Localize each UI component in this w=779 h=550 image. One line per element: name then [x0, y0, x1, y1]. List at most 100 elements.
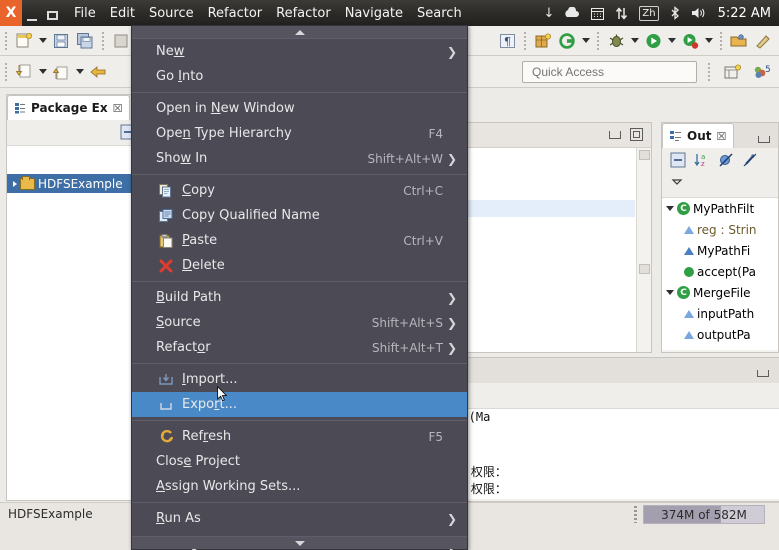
open-perspective-icon[interactable] — [723, 62, 743, 82]
quick-access-input[interactable] — [522, 60, 697, 83]
outline-item[interactable]: outputPa — [662, 324, 778, 345]
package-explorer-tree[interactable]: HDFSExample — [7, 146, 146, 500]
tab-package-explorer[interactable]: Package Ex ☒ — [7, 95, 131, 120]
menu-scroll-down-button[interactable] — [132, 536, 467, 549]
outline-item[interactable]: C MyPathFilt — [662, 198, 778, 219]
menu-item-export[interactable]: Export... — [132, 392, 467, 417]
chevron-down-icon — [294, 540, 305, 546]
save-icon[interactable] — [51, 31, 71, 51]
paragraph-marks-icon[interactable]: ¶ — [497, 31, 517, 51]
external-tools-icon[interactable] — [557, 31, 577, 51]
run-coverage-icon[interactable] — [680, 31, 700, 51]
submenu-arrow-icon: ❯ — [446, 340, 457, 355]
menu-item-source[interactable]: Source Shift+Alt+S ❯ — [132, 310, 467, 335]
downloads-arrow-icon[interactable]: ↓ — [543, 7, 554, 20]
tab-outline[interactable]: Out ☒ — [662, 123, 735, 148]
menu-scroll-up-button[interactable] — [132, 26, 467, 39]
menu-item-copy-qualified-name[interactable]: Copy Qualified Name — [132, 203, 467, 228]
outline-item[interactable]: MyPathFi — [662, 240, 778, 261]
ubuntu-top-panel: X File Edit Source Refactor Refactor Navigate S… — [0, 0, 779, 26]
menubar-item-refactor-2[interactable]: Refactor — [276, 6, 331, 21]
menu-item-import[interactable]: Import... — [132, 367, 467, 392]
project-context-menu[interactable]: New ❯ Go Into Open in New Window Open Type H… — [131, 25, 468, 550]
bluetooth-icon[interactable] — [670, 6, 680, 20]
ubuntu-one-icon[interactable] — [565, 6, 580, 20]
step-return-dropdown[interactable] — [73, 62, 86, 82]
external-tools-dropdown[interactable] — [579, 31, 592, 51]
run-dropdown[interactable] — [665, 31, 678, 51]
back-icon[interactable] — [88, 62, 108, 82]
menu-item-delete[interactable]: Delete — [132, 253, 467, 278]
menu-item-new[interactable]: New ❯ — [132, 39, 467, 64]
search-icon[interactable] — [753, 31, 773, 51]
editor-scrollbar[interactable] — [636, 148, 651, 352]
console-minimize-icon[interactable] — [757, 370, 779, 383]
clock[interactable]: 5:22 AM — [718, 6, 771, 21]
calendar-icon[interactable] — [591, 7, 605, 20]
toolbar-separator — [720, 31, 722, 50]
twisty-expanded-icon[interactable] — [666, 290, 674, 295]
window-minimize-button[interactable] — [22, 0, 42, 26]
open-resource-icon[interactable] — [729, 31, 749, 51]
network-updown-icon[interactable] — [615, 6, 628, 20]
save-all-icon[interactable] — [75, 31, 95, 51]
print-icon[interactable] — [111, 31, 131, 51]
menu-item-paste[interactable]: Paste Ctrl+V — [132, 228, 467, 253]
menubar-item-refactor[interactable]: Refactor — [208, 6, 263, 21]
menu-item-show-in[interactable]: Show In Shift+Alt+W ❯ — [132, 146, 467, 171]
tree-item-project[interactable]: HDFSExample — [7, 174, 146, 193]
maximize-icon[interactable] — [630, 128, 643, 141]
window-maximize-button[interactable] — [42, 0, 62, 26]
outline-item[interactable]: accept(Pa — [662, 261, 778, 282]
menu-item-refresh[interactable]: Refresh F5 — [132, 424, 467, 449]
collapse-all-icon[interactable] — [670, 152, 686, 171]
menu-item-open-type-hierarchy[interactable]: Open Type Hierarchy F4 — [132, 121, 467, 146]
close-icon[interactable]: ☒ — [113, 102, 123, 115]
outline-item[interactable]: reg : Strin — [662, 219, 778, 240]
new-wizard-dropdown[interactable] — [36, 31, 49, 51]
close-icon[interactable]: ☒ — [716, 130, 726, 143]
debug-dropdown[interactable] — [628, 31, 641, 51]
outline-item[interactable]: inputPath — [662, 303, 778, 324]
hide-static-icon[interactable]: s — [742, 152, 758, 171]
heap-status-indicator[interactable]: 374M of 582M — [643, 505, 765, 524]
run-coverage-dropdown[interactable] — [702, 31, 715, 51]
menubar-item-search[interactable]: Search — [417, 6, 462, 21]
menubar-item-source[interactable]: Source — [149, 6, 194, 21]
menubar-item-edit[interactable]: Edit — [110, 6, 135, 21]
menubar-item-file[interactable]: File — [74, 6, 96, 21]
step-return-icon[interactable] — [51, 62, 71, 82]
menu-item-assign-working-sets[interactable]: Assign Working Sets... — [132, 474, 467, 499]
new-java-package-icon[interactable] — [533, 31, 553, 51]
menu-item-open-in-new-window[interactable]: Open in New Window — [132, 96, 467, 121]
menu-item-refactor[interactable]: Refactor Shift+Alt+T ❯ — [132, 335, 467, 360]
menu-item-copy[interactable]: Copy Ctrl+C — [132, 178, 467, 203]
outline-item[interactable]: C MergeFile — [662, 282, 778, 303]
input-method-zh-icon[interactable]: Zh — [639, 5, 659, 21]
menu-item-close-project[interactable]: Close Project — [132, 449, 467, 474]
twisty-expanded-icon[interactable] — [666, 206, 674, 211]
window-close-button[interactable]: X — [0, 0, 22, 26]
menu-item-run-as[interactable]: Run As ❯ — [132, 506, 467, 531]
outline-minimize-icon[interactable] — [758, 136, 778, 148]
menubar-item-navigate[interactable]: Navigate — [345, 6, 403, 21]
java-perspective-icon[interactable]: 5 — [753, 62, 773, 82]
sort-alphabetically-icon[interactable]: az — [694, 152, 710, 171]
new-wizard-icon[interactable] — [14, 31, 34, 51]
menu-item-accelerator: Ctrl+V — [403, 233, 443, 248]
minimize-icon[interactable] — [609, 131, 621, 139]
debug-icon[interactable] — [606, 31, 626, 51]
scroll-down-marker[interactable] — [639, 264, 650, 274]
step-into-dropdown[interactable] — [36, 62, 49, 82]
menu-item-go-into[interactable]: Go Into — [132, 64, 467, 89]
hide-fields-icon[interactable] — [718, 152, 734, 171]
outline-item-label: reg : Strin — [697, 222, 757, 237]
run-icon[interactable] — [643, 31, 663, 51]
scroll-up-marker[interactable] — [639, 150, 650, 160]
expand-arrow-icon[interactable] — [13, 180, 17, 187]
menu-item-build-path[interactable]: Build Path ❯ — [132, 285, 467, 310]
outline-tree[interactable]: C MyPathFilt reg : Strin MyPathFi accept… — [662, 198, 778, 350]
volume-icon[interactable] — [691, 6, 707, 20]
view-menu-icon[interactable] — [671, 176, 685, 190]
step-into-icon[interactable] — [14, 62, 34, 82]
